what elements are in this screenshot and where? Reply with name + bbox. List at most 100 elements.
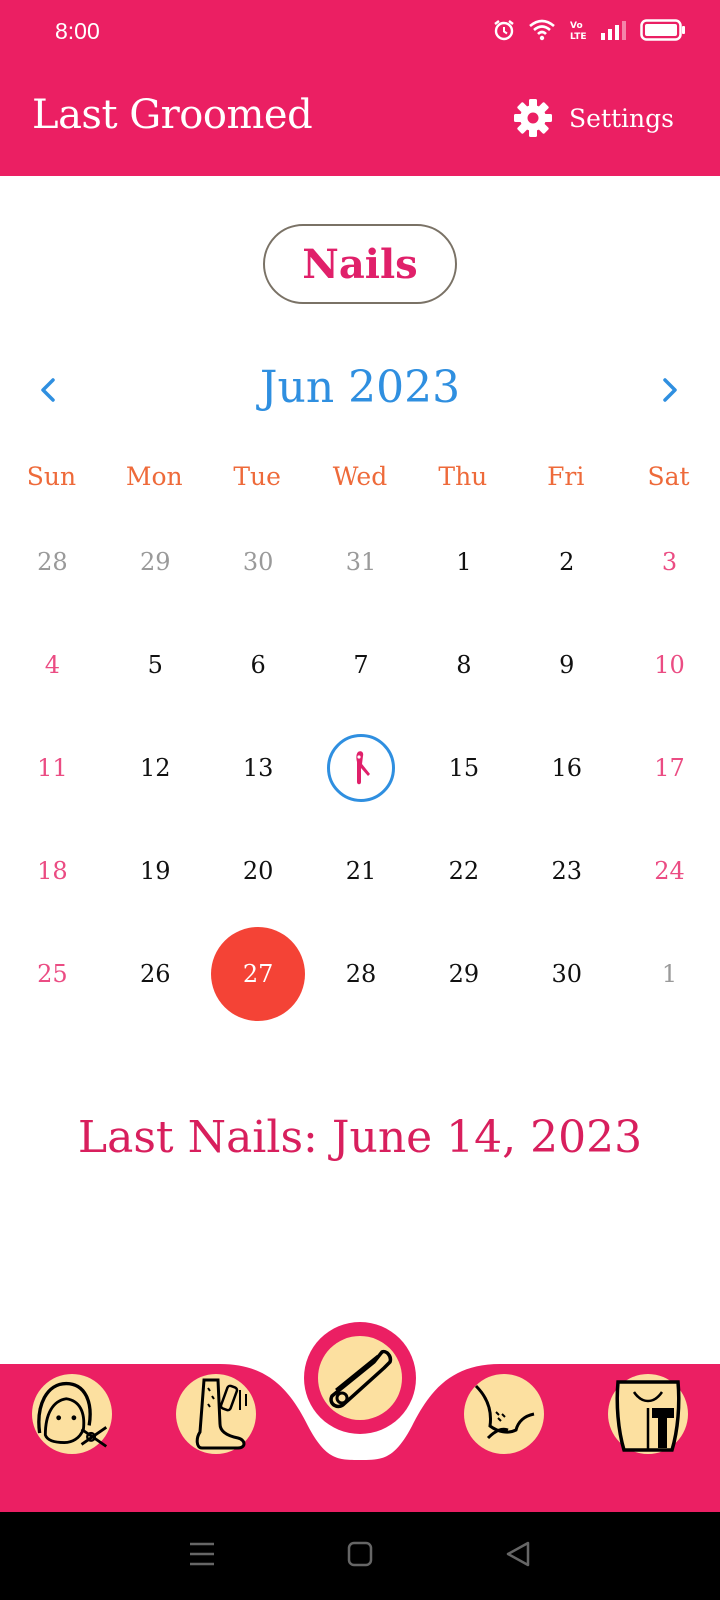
- day-number: 5: [147, 650, 163, 679]
- settings-label: Settings: [569, 103, 674, 133]
- home-icon[interactable]: [346, 1540, 374, 1572]
- nav-underarm-button[interactable]: [464, 1374, 544, 1454]
- calendar-day[interactable]: 30: [208, 510, 309, 613]
- calendar-day[interactable]: 2: [516, 510, 617, 613]
- calendar-day[interactable]: 31: [311, 510, 412, 613]
- calendar-day[interactable]: 18: [2, 819, 103, 922]
- calendar-day[interactable]: 15: [413, 716, 514, 819]
- calendar-day[interactable]: 10: [619, 613, 720, 716]
- nail-file-icon: [356, 750, 370, 784]
- alarm-icon: [494, 20, 514, 41]
- nav-legs-button[interactable]: [176, 1374, 256, 1454]
- calendar-day[interactable]: 1: [413, 510, 514, 613]
- nav-hair-button[interactable]: [32, 1374, 112, 1454]
- status-icons: Vo LTE: [492, 18, 686, 42]
- volte-icon: Vo LTE: [570, 21, 587, 42]
- leg-shaving-icon: [195, 1378, 247, 1450]
- menu-icon[interactable]: [188, 1541, 216, 1571]
- app-title: Last Groomed: [32, 92, 313, 138]
- day-number: 19: [140, 856, 171, 885]
- nav-nails-inner: [318, 1336, 402, 1420]
- calendar-day[interactable]: 6: [208, 613, 309, 716]
- calendar-day[interactable]: 20: [208, 819, 309, 922]
- nail-clipper-icon: [329, 1349, 393, 1409]
- calendar-day[interactable]: 8: [413, 613, 514, 716]
- day-number: 6: [250, 650, 266, 679]
- status-time: 8:00: [55, 18, 100, 44]
- weekday-label: Mon: [125, 462, 183, 491]
- nav-nails-button[interactable]: [304, 1322, 416, 1434]
- wifi-icon: [529, 19, 555, 41]
- calendar-day[interactable]: 21: [311, 819, 412, 922]
- back-icon[interactable]: [504, 1540, 532, 1572]
- haircut-icon: [37, 1381, 108, 1448]
- day-number: 18: [37, 856, 68, 885]
- svg-text:Vo: Vo: [570, 21, 583, 31]
- day-number: 20: [242, 856, 274, 885]
- month-title: Jun 2023: [259, 362, 461, 413]
- signal-icon: [601, 21, 626, 40]
- day-number: 11: [37, 753, 68, 782]
- calendar-day[interactable]: 28: [2, 510, 103, 613]
- day-number: 29: [140, 547, 171, 576]
- weekday-label: Sun: [26, 462, 77, 491]
- calendar-day[interactable]: 17: [619, 716, 720, 819]
- nav-bikini-button[interactable]: [608, 1374, 688, 1454]
- weekday-label: Sat: [647, 462, 690, 491]
- calendar-day[interactable]: 23: [516, 819, 617, 922]
- day-number: 12: [140, 753, 171, 782]
- category-selector[interactable]: Nails: [263, 224, 457, 304]
- day-number: 4: [44, 650, 61, 679]
- day-number: 30: [551, 959, 582, 988]
- day-number: 21: [345, 856, 377, 885]
- calendar-day[interactable]: 28: [311, 922, 412, 1025]
- day-number: 28: [37, 547, 68, 576]
- calendar-day[interactable]: 25: [2, 922, 103, 1025]
- app-bar: 8:00 Vo LTE Last Groomed Settings: [0, 0, 720, 176]
- weekday-header-row: Sun Mon Tue Wed Thu Fri Sat: [0, 462, 720, 491]
- bikini-trimmer-icon: [615, 1380, 681, 1452]
- next-month-button[interactable]: [650, 370, 690, 410]
- calendar-day[interactable]: 4: [2, 613, 103, 716]
- battery-icon: [640, 19, 685, 41]
- calendar-day[interactable]: 24: [619, 819, 720, 922]
- calendar-day[interactable]: 5: [105, 613, 206, 716]
- calendar-day[interactable]: 1: [619, 922, 720, 1025]
- calendar-day[interactable]: 3: [619, 510, 720, 613]
- day-number: 9: [559, 650, 575, 679]
- day-number: 17: [654, 753, 685, 782]
- calendar-day[interactable]: 29: [105, 510, 206, 613]
- day-number: 25: [37, 959, 68, 988]
- weekday-label: Wed: [332, 462, 388, 491]
- day-number: 1: [456, 547, 472, 576]
- svg-text:LTE: LTE: [570, 32, 587, 42]
- last-groomed-date: Last Nails: June 14, 2023: [77, 1112, 643, 1163]
- calendar-grid: 28 29 30 31 1 2 3 4 5 6 7 8 9 10 11 12 13 15 16 17 18 19 20 21 2…: [0, 510, 720, 1025]
- calendar-day[interactable]: 9: [516, 613, 617, 716]
- calendar-day[interactable]: 7: [311, 613, 412, 716]
- calendar-day[interactable]: 29: [413, 922, 514, 1025]
- day-number: 26: [140, 959, 171, 988]
- calendar-day[interactable]: 11: [2, 716, 103, 819]
- month-navigation: Jun 2023: [0, 356, 720, 426]
- settings-button[interactable]: Settings: [513, 98, 674, 138]
- calendar-day[interactable]: 26: [105, 922, 206, 1025]
- calendar-day[interactable]: 13: [208, 716, 309, 819]
- calendar-day[interactable]: 30: [516, 922, 617, 1025]
- day-number: 1: [661, 959, 678, 988]
- calendar-day-today[interactable]: 27: [208, 922, 309, 1025]
- calendar-day-groomed[interactable]: [311, 716, 412, 819]
- day-number: 24: [654, 856, 685, 885]
- day-number: 2: [559, 547, 575, 576]
- calendar-day[interactable]: 22: [413, 819, 514, 922]
- day-number: 29: [448, 959, 480, 988]
- chevron-right-icon: [663, 378, 677, 402]
- calendar-day[interactable]: 12: [105, 716, 206, 819]
- day-number: 22: [448, 856, 480, 885]
- day-number: 23: [551, 856, 582, 885]
- calendar-day[interactable]: 19: [105, 819, 206, 922]
- day-number: 15: [448, 753, 480, 782]
- weekday-label: Tue: [233, 462, 281, 491]
- calendar-day[interactable]: 16: [516, 716, 617, 819]
- day-number: 3: [661, 547, 678, 576]
